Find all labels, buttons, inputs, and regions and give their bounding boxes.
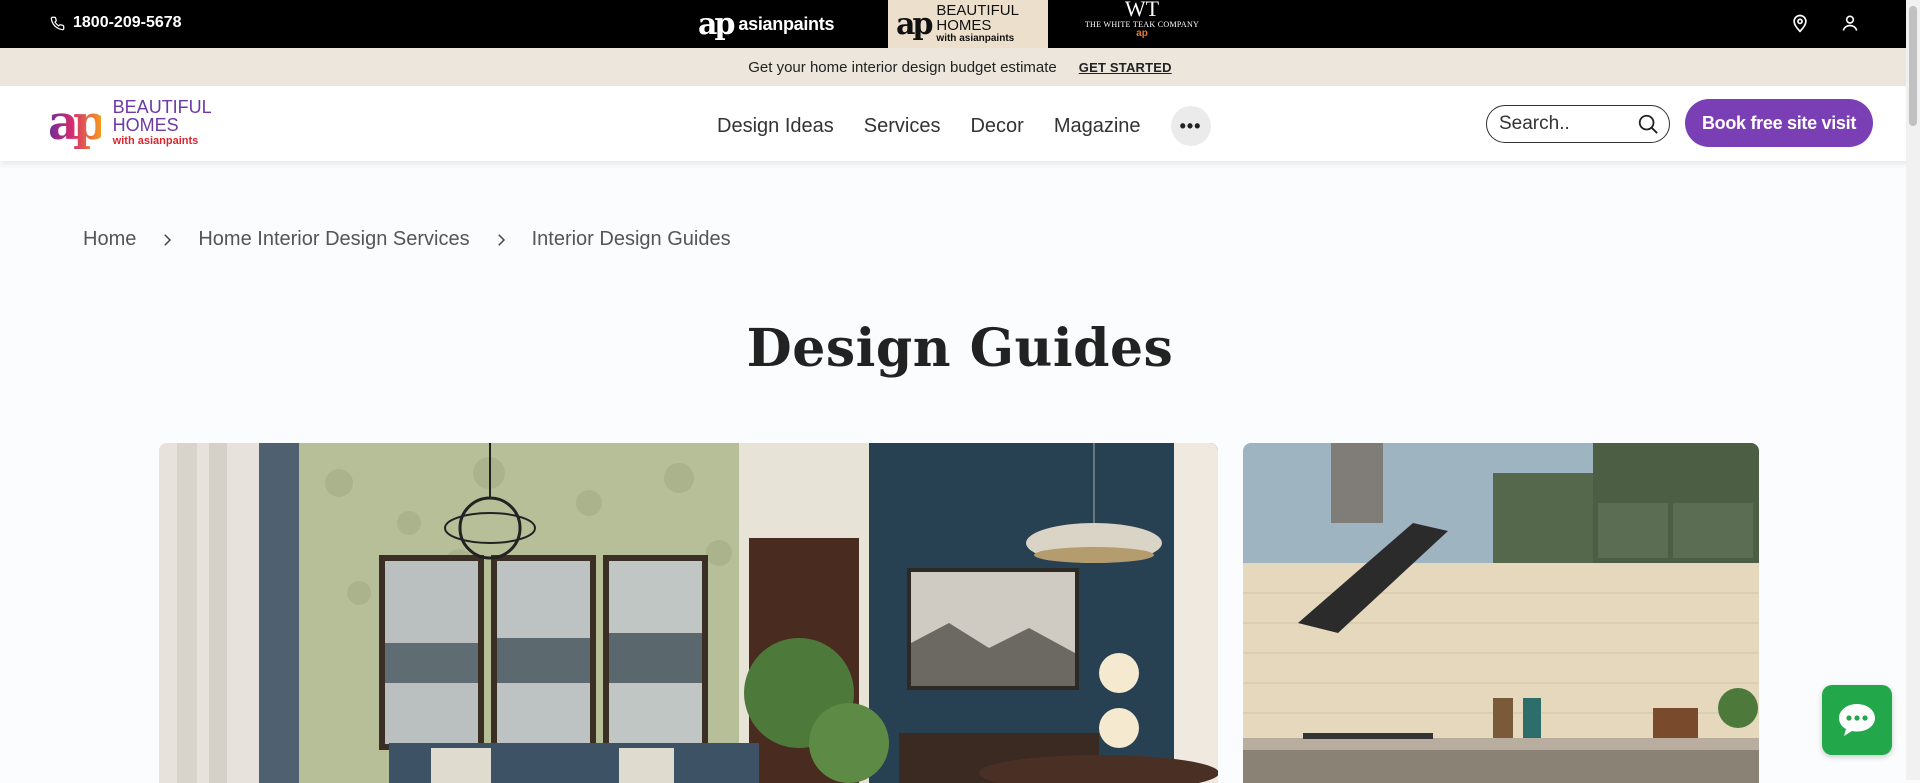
phone-number: 1800-209-5678 <box>73 14 182 31</box>
living-dining-room-image <box>159 443 1218 783</box>
search-box[interactable] <box>1486 105 1670 143</box>
chevron-right-icon <box>497 233 505 246</box>
breadcrumb-home[interactable]: Home <box>83 228 136 251</box>
chat-button[interactable] <box>1822 685 1892 755</box>
breadcrumb: Home Home Interior Design Services Inter… <box>83 228 731 251</box>
scrollbar-thumb[interactable] <box>1909 6 1917 126</box>
page-scrollbar[interactable] <box>1906 0 1920 780</box>
logo-line2: HOMES <box>112 115 179 135</box>
user-icon[interactable] <box>1840 13 1860 33</box>
guide-card-kitchen[interactable] <box>1243 443 1759 783</box>
site-logo[interactable]: ap BEAUTIFUL HOMES with asianpaints <box>48 97 212 149</box>
guide-card-living-dining[interactable] <box>159 443 1218 783</box>
beautiful-homes-brand-link[interactable]: ap BEAUTIFUL HOMES with asianpaints <box>888 0 1048 48</box>
nav-item-services[interactable]: Services <box>864 115 941 138</box>
beautiful-homes-logo-icon: ap <box>896 6 933 42</box>
white-teak-monogram: WT <box>1124 0 1160 21</box>
phone-icon <box>50 16 65 30</box>
promo-banner: Get your home interior design budget est… <box>0 48 1920 86</box>
beautiful-homes-line2: HOMES <box>936 17 992 34</box>
get-started-link[interactable]: GET STARTED <box>1079 60 1172 75</box>
main-navigation: ap BEAUTIFUL HOMES with asianpaints Desi… <box>0 86 1920 161</box>
asianpaints-logo-icon: ap <box>698 6 735 42</box>
book-site-visit-button[interactable]: Book free site visit <box>1685 99 1873 147</box>
modular-kitchen-image <box>1243 443 1759 783</box>
nav-item-magazine[interactable]: Magazine <box>1054 115 1141 138</box>
breadcrumb-services[interactable]: Home Interior Design Services <box>198 228 469 251</box>
more-menu-button[interactable]: ••• <box>1170 106 1211 146</box>
logo-line1: BEAUTIFUL <box>112 97 212 117</box>
beautiful-homes-logo-icon: ap <box>48 95 107 151</box>
asianpaints-wordmark: asianpaints <box>738 13 835 34</box>
nav-item-decor[interactable]: Decor <box>970 115 1023 138</box>
promo-text: Get your home interior design budget est… <box>748 58 1057 76</box>
search-icon[interactable] <box>1637 113 1659 135</box>
search-input[interactable] <box>1499 113 1629 135</box>
phone-link[interactable]: 1800-209-5678 <box>50 14 182 32</box>
logo-tagline: with asianpaints <box>112 135 199 147</box>
location-pin-icon[interactable] <box>1790 13 1810 33</box>
nav-menu: Design Ideas Services Decor Magazine ••• <box>717 106 1211 146</box>
chat-bubble-icon <box>1839 704 1875 736</box>
beautiful-homes-tagline: with asianpaints <box>936 33 1015 44</box>
page-title: Design Guides <box>746 318 1174 379</box>
nav-item-design-ideas[interactable]: Design Ideas <box>717 115 834 138</box>
asianpaints-brand-link[interactable]: ap asianpaints <box>698 2 890 46</box>
more-dots-icon: ••• <box>1179 115 1202 136</box>
chevron-right-icon <box>164 233 172 246</box>
white-teak-brand-link[interactable]: WT THE WHITE TEAK COMPANY ap <box>1080 0 1204 48</box>
breadcrumb-current: Interior Design Guides <box>531 228 731 250</box>
top-bar: 1800-209-5678 ap asianpaints ap BEAUTIFU… <box>0 0 1920 48</box>
white-teak-ap-icon: ap <box>1136 28 1148 39</box>
